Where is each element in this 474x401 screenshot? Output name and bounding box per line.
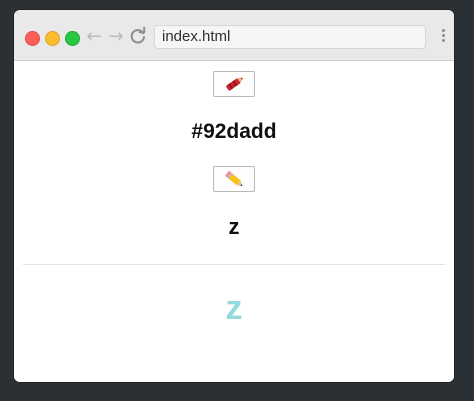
pencil-button[interactable]: [213, 166, 255, 192]
minimize-window-button[interactable]: [45, 31, 60, 46]
color-value-heading: #92dadd: [191, 120, 277, 143]
kebab-menu-icon[interactable]: [440, 27, 446, 47]
address-text: index.html: [162, 28, 231, 45]
divider: [23, 264, 445, 265]
browser-toolbar: ← → index.html: [14, 10, 454, 61]
colored-letter-display: z: [225, 289, 243, 327]
pencil-icon: [225, 170, 243, 187]
address-bar[interactable]: index.html: [154, 25, 426, 49]
crayon-button[interactable]: [213, 71, 255, 97]
zoom-window-button[interactable]: [65, 31, 80, 46]
close-window-button[interactable]: [25, 31, 40, 46]
letter-heading: z: [228, 214, 240, 239]
page-content: #92dadd z z: [14, 61, 454, 382]
red-crayon-icon: [226, 77, 244, 91]
reload-icon[interactable]: [128, 26, 148, 48]
arrow-left-icon[interactable]: ←: [85, 26, 103, 48]
browser-window: ← → index.html #92dadd z z: [14, 10, 454, 382]
arrow-right-icon[interactable]: →: [107, 26, 125, 48]
